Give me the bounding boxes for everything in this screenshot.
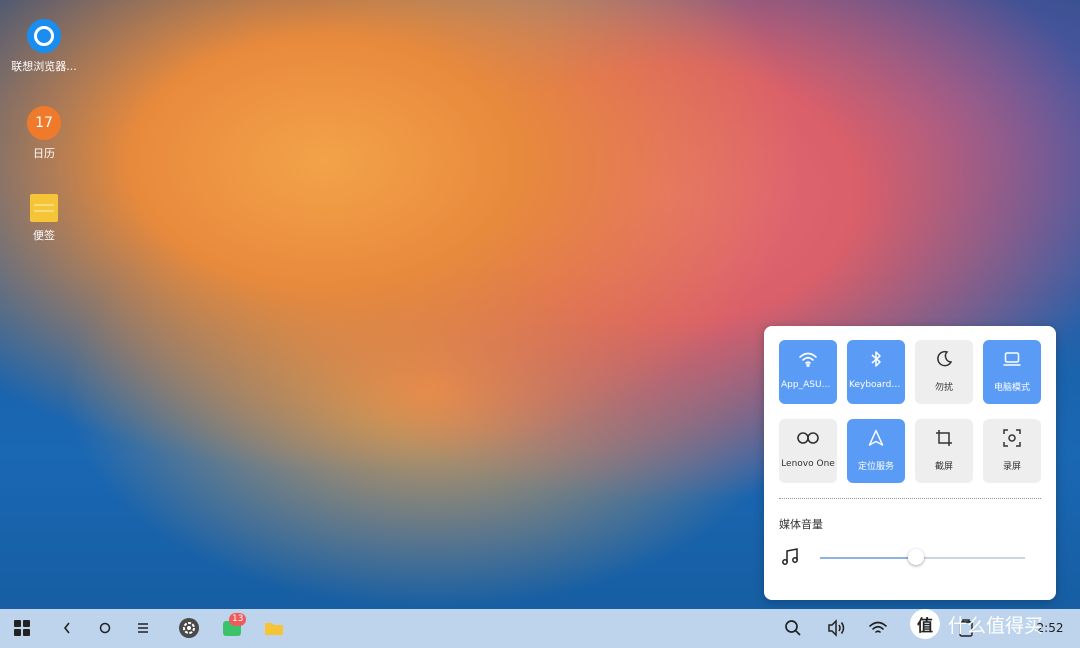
tile-lenovo-one[interactable]: Lenovo One	[779, 419, 837, 483]
tile-label: 截屏	[934, 462, 953, 472]
menu-lines-icon	[138, 623, 148, 633]
files-app[interactable]	[263, 617, 285, 639]
wifi-status[interactable]	[868, 617, 888, 639]
settings-app[interactable]	[178, 617, 200, 639]
desktop-icon-notes[interactable]: 便签	[4, 194, 84, 243]
tile-label: 定位服务	[857, 462, 894, 472]
bluetooth-icon	[847, 349, 905, 369]
watermark: 值 什么值得买	[910, 604, 1080, 644]
watermark-text: 什么值得买	[948, 614, 1044, 637]
windows-grid-icon	[14, 620, 30, 636]
start-button[interactable]	[12, 617, 32, 639]
notes-icon	[30, 194, 58, 222]
notification-badge: 13	[229, 613, 247, 626]
wifi-status-icon	[869, 621, 887, 633]
messages-app[interactable]: 13	[221, 613, 247, 639]
tile-do-not-disturb[interactable]: 勿扰	[915, 340, 973, 404]
tile-label: Keyboard K...	[849, 380, 903, 390]
tile-screen-record[interactable]: 录屏	[983, 419, 1041, 483]
browser-icon	[27, 19, 61, 53]
quick-settings-panel: App_ASUS_... Keyboard K... 勿扰 电脑模式 Lenov…	[764, 326, 1056, 600]
moon-icon	[915, 349, 973, 369]
search-button[interactable]	[783, 617, 803, 639]
tile-label: Lenovo One	[781, 459, 835, 469]
desktop-icon-label: 便签	[33, 229, 55, 242]
tile-location[interactable]: 定位服务	[847, 419, 905, 483]
tile-wifi[interactable]: App_ASUS_...	[779, 340, 837, 404]
speaker-icon	[828, 619, 845, 637]
volume-button[interactable]	[826, 617, 848, 639]
back-arrow-icon	[63, 622, 70, 634]
gear-icon	[179, 618, 199, 638]
volume-fill	[820, 557, 917, 559]
home-circle-icon	[99, 622, 111, 634]
tile-label: 录屏	[1002, 462, 1021, 472]
screen-record-icon	[983, 428, 1041, 448]
desktop-icon-label: 联想浏览器...	[11, 60, 77, 73]
music-note-icon	[780, 547, 800, 567]
tile-bluetooth[interactable]: Keyboard K...	[847, 340, 905, 404]
tile-pc-mode[interactable]: 电脑模式	[983, 340, 1041, 404]
infinity-icon	[779, 428, 837, 448]
location-icon	[847, 428, 905, 448]
tile-label: 勿扰	[934, 383, 953, 393]
crop-icon	[915, 428, 973, 448]
media-volume-label: 媒体音量	[779, 518, 823, 531]
wifi-icon	[779, 349, 837, 369]
tile-label: App_ASUS_...	[781, 380, 835, 390]
volume-thumb[interactable]	[908, 549, 925, 565]
home-button[interactable]	[96, 617, 114, 639]
recents-button[interactable]	[134, 617, 152, 639]
watermark-logo: 值	[910, 609, 940, 639]
desktop-icon-calendar[interactable]: 17 日历	[4, 106, 84, 161]
laptop-icon	[983, 349, 1041, 369]
desktop-icon-browser[interactable]: 联想浏览器...	[4, 19, 84, 74]
back-button[interactable]	[58, 617, 76, 639]
panel-divider	[779, 498, 1041, 499]
folder-icon	[265, 623, 283, 635]
tile-label: 电脑模式	[993, 383, 1030, 393]
calendar-day: 17	[35, 115, 53, 131]
calendar-icon: 17	[27, 106, 61, 140]
search-icon	[785, 620, 801, 636]
media-volume-slider[interactable]	[820, 549, 1025, 565]
desktop-icon-label: 日历	[33, 147, 55, 160]
tile-screenshot[interactable]: 截屏	[915, 419, 973, 483]
